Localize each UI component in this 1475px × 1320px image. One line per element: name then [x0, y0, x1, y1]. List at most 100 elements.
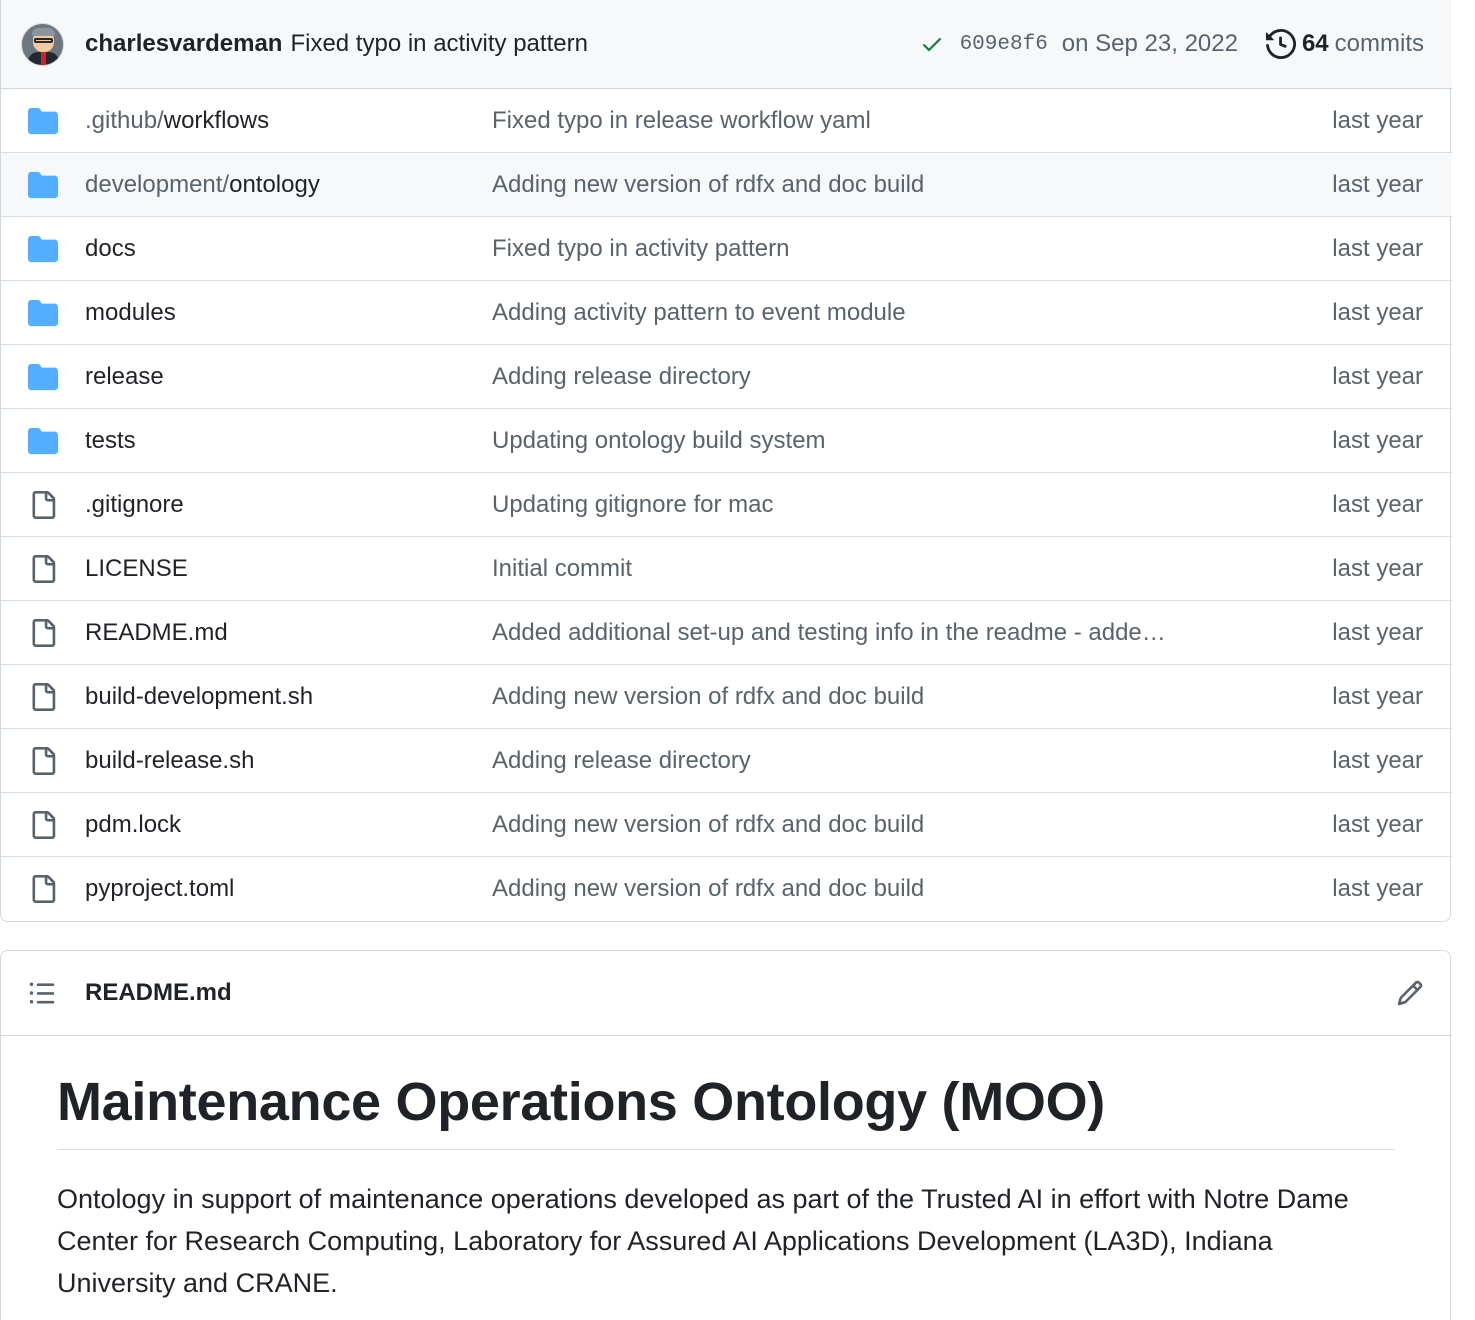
path-name: release [85, 362, 164, 390]
commits-history-link[interactable]: 64 commits [1265, 29, 1424, 59]
file-name-link[interactable]: .gitignore [85, 491, 184, 519]
file-row[interactable]: LICENSE Initial commit last year [1, 537, 1452, 601]
commit-count: 64 [1301, 30, 1329, 57]
commit-message-link[interactable]: Added additional set-up and testing info… [492, 619, 1166, 647]
commit-message-link[interactable]: Adding new version of rdfx and doc build [492, 875, 924, 903]
file-row[interactable]: pdm.lock Adding new version of rdfx and d… [1, 793, 1452, 857]
path-name: build-release.sh [85, 746, 255, 774]
file-list: .github/workflows Fixed typo in release w… [1, 89, 1452, 921]
file-icon [28, 618, 58, 648]
commit-message-link[interactable]: Adding new version of rdfx and doc build [492, 683, 924, 711]
commit-age: last year [1332, 426, 1423, 454]
commit-message-link[interactable]: Adding release directory [492, 363, 751, 391]
commit-message-link[interactable]: Adding new version of rdfx and doc build [492, 171, 924, 199]
file-name-link[interactable]: pdm.lock [85, 811, 181, 839]
commit-message-link[interactable]: Updating gitignore for mac [492, 491, 773, 519]
file-row[interactable]: pyproject.toml Adding new version of rdfx… [1, 857, 1452, 921]
history-icon [1265, 29, 1296, 59]
path-prefix: development/ [85, 170, 230, 198]
path-name: tests [85, 426, 136, 454]
commit-age: last year [1332, 618, 1423, 646]
commit-age: last year [1332, 810, 1423, 838]
path-name: LICENSE [85, 554, 188, 582]
readme-header: README.md [1, 951, 1452, 1036]
commit-age: last year [1332, 682, 1423, 710]
path-name: ontology [229, 170, 320, 198]
readme-filename[interactable]: README.md [85, 979, 232, 1007]
file-row[interactable]: tests Updating ontology build system last … [1, 409, 1452, 473]
readme-paragraph: Ontology in support of maintenance opera… [57, 1184, 1349, 1298]
file-icon [28, 490, 58, 520]
folder-name-link[interactable]: docs [85, 235, 136, 263]
path-name: build-development.sh [85, 682, 314, 710]
commit-age: last year [1332, 170, 1423, 198]
path-name: pyproject.toml [85, 875, 235, 902]
folder-icon [28, 362, 58, 392]
file-name-link[interactable]: LICENSE [85, 555, 188, 583]
commit-sha-link[interactable]: 609e8f6 [960, 33, 1048, 56]
folder-name-link[interactable]: development/ontology [85, 171, 320, 199]
file-icon [28, 682, 58, 712]
readme-heading: Maintenance Operations Ontology (MOO) [57, 1070, 1395, 1150]
commit-message-link[interactable]: Adding new version of rdfx and doc build [492, 811, 924, 839]
commit-age: last year [1332, 875, 1423, 902]
commit-count-label: commits [1334, 30, 1424, 57]
readme-content: Maintenance Operations Ontology (MOO) On… [57, 1036, 1395, 1304]
folder-icon [28, 106, 58, 136]
folder-icon [28, 426, 58, 456]
path-name: workflows [163, 106, 270, 134]
file-row[interactable]: development/ontology Adding new version o… [1, 153, 1452, 217]
folder-icon [28, 170, 58, 200]
readme-panel: README.md Maintenance Operations Ontolog… [0, 950, 1452, 1320]
file-row[interactable]: .github/workflows Fixed typo in release w… [1, 89, 1452, 153]
folder-name-link[interactable]: tests [85, 427, 136, 455]
commit-message-link[interactable]: Fixed typo in activity pattern [492, 235, 789, 263]
folder-icon [28, 234, 58, 264]
check-icon[interactable] [920, 32, 944, 56]
commit-date: on Sep 23, 2022 [1061, 30, 1238, 57]
path-name: pdm.lock [85, 810, 182, 838]
commit-age: last year [1332, 554, 1423, 582]
path-name: docs [85, 234, 136, 262]
commit-author-link[interactable]: charlesvardeman [85, 30, 282, 58]
folder-name-link[interactable]: release [85, 363, 164, 391]
folder-name-link[interactable]: modules [85, 299, 176, 327]
commit-message-link[interactable]: Updating ontology build system [492, 427, 826, 455]
file-row[interactable]: modules Adding activity pattern to event … [1, 281, 1452, 345]
commit-age: last year [1332, 362, 1423, 390]
file-row[interactable]: .gitignore Updating gitignore for mac last… [1, 473, 1452, 537]
list-icon[interactable] [28, 979, 56, 1007]
pencil-icon[interactable] [1396, 979, 1424, 1007]
file-row[interactable]: build-development.sh Adding new version o… [1, 665, 1452, 729]
commit-message-link[interactable]: Adding activity pattern to event module [492, 299, 906, 327]
commit-age: last year [1332, 234, 1423, 262]
file-icon [28, 874, 58, 904]
commit-message-link[interactable]: Fixed typo in activity pattern [290, 30, 587, 58]
folder-name-link[interactable]: .github/workflows [85, 107, 269, 135]
path-name: modules [85, 298, 176, 326]
latest-commit-bar: charlesvardeman Fixed typo in activity p… [1, 0, 1452, 89]
file-name-link[interactable]: README.md [85, 619, 228, 647]
commit-age: last year [1332, 298, 1423, 326]
file-name-link[interactable]: build-release.sh [85, 747, 254, 775]
commit-message-link[interactable]: Initial commit [492, 555, 632, 583]
file-browser: charlesvardeman Fixed typo in activity p… [0, 0, 1452, 922]
file-row[interactable]: release Adding release directory last year [1, 345, 1452, 409]
file-name-link[interactable]: build-development.sh [85, 683, 313, 711]
avatar[interactable] [21, 22, 64, 66]
commit-message-link[interactable]: Adding release directory [492, 747, 751, 775]
file-name-link[interactable]: pyproject.toml [85, 875, 234, 903]
file-icon [28, 746, 58, 776]
commit-age: last year [1332, 746, 1423, 774]
file-icon [28, 810, 58, 840]
file-icon [28, 554, 58, 584]
path-name: .gitignore [85, 490, 184, 518]
commit-message-link[interactable]: Fixed typo in release workflow yaml [492, 107, 871, 135]
commit-age: last year [1332, 490, 1423, 518]
file-row[interactable]: README.md Added additional set-up and tes… [1, 601, 1452, 665]
path-name: README.md [85, 618, 228, 646]
file-row[interactable]: docs Fixed typo in activity pattern last y… [1, 217, 1452, 281]
file-row[interactable]: build-release.sh Adding release directory… [1, 729, 1452, 793]
path-prefix: .github/ [85, 106, 164, 134]
commit-age: last year [1332, 106, 1423, 134]
